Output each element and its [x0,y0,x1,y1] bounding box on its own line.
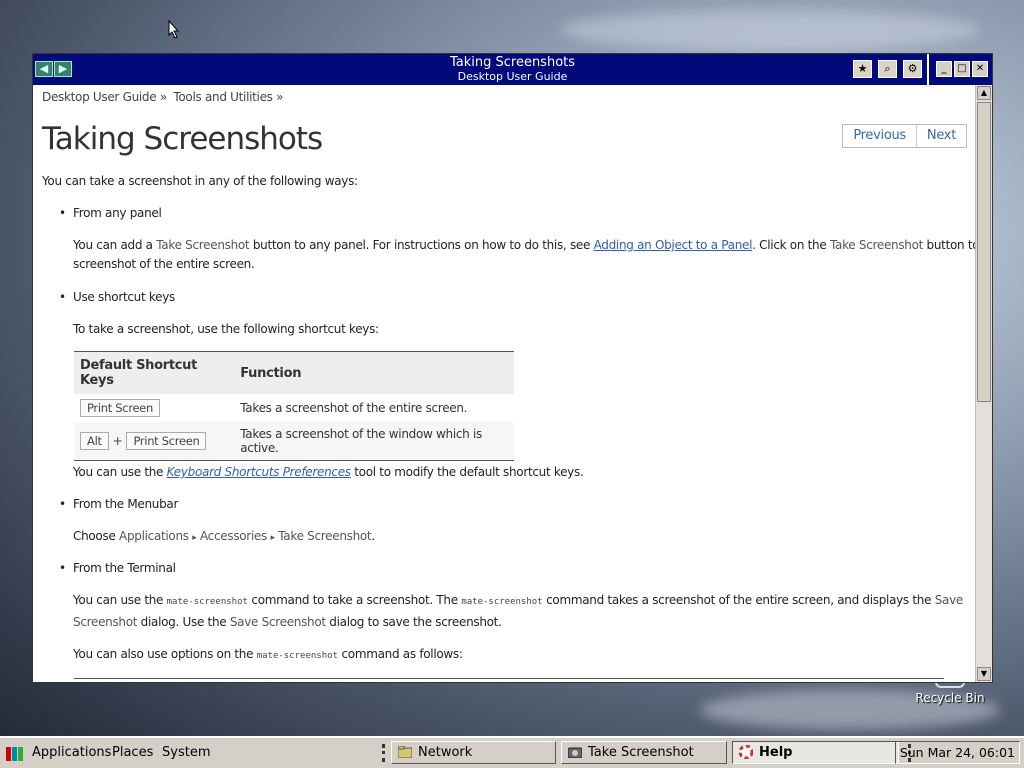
section-text-panel-cont: screenshot of the entire screen. [73,257,255,271]
keyboard-shortcuts-link[interactable]: Keyboard Shortcuts Preferences [167,465,351,479]
section-text-panel: You can add a Take Screenshot button to … [73,238,975,252]
maximize-icon[interactable]: □ [954,61,970,77]
recycle-bin-label: Recycle Bin [915,691,985,705]
system-menu[interactable]: System [162,743,210,763]
breadcrumb: Desktop User Guide » Tools and Utilities… [42,90,286,104]
menubar-text: Choose Applications ▸ Accessories ▸ Take… [73,529,375,543]
section-head-shortcut: Use shortcut keys [59,290,175,304]
help-icon [739,745,753,759]
titlebar-separator [927,54,929,85]
settings-icon[interactable]: ⚙ [903,60,922,78]
table-header-keys: Default Shortcut Keys [74,351,235,394]
print-screen-key: Print Screen [126,432,207,450]
section-head-terminal: From the Terminal [59,561,176,575]
mouse-cursor-icon [168,20,180,39]
table-row: Print Screen Takes a screenshot of the e… [74,394,514,422]
section-head-panel: From any panel [59,206,162,220]
task-network[interactable]: Network [391,741,556,764]
help-window: ◀ ▶ Taking Screenshots Desktop User Guid… [32,53,993,683]
scroll-up-icon[interactable]: ▲ [977,86,991,100]
page-title: Taking Screenshots [42,121,323,157]
scroll-thumb[interactable] [977,102,991,402]
scroll-down-icon[interactable]: ▼ [977,667,991,681]
find-icon[interactable]: ⌕ [878,60,897,78]
take-screenshot-gui-label: Take Screenshot [156,238,250,252]
taskbar: Applications Places System Network Take … [0,736,1024,768]
adding-object-link[interactable]: Adding an Object to a Panel [594,238,753,252]
breadcrumb-tools-and-utilities[interactable]: Tools and Utilities » [173,90,283,104]
shortcut-intro: To take a screenshot, use the following … [73,322,379,336]
shortcut-keys-table: Default Shortcut Keys Function Print Scr… [74,351,514,461]
help-content: Desktop User Guide » Tools and Utilities… [33,85,975,682]
prev-next-nav: Previous Next [842,124,967,148]
terminal-text: You can use the mate-screenshot command … [73,593,963,607]
table-row: Alt + Print Screen Takes a screenshot of t… [74,422,514,461]
task-help[interactable]: Help [732,741,899,764]
shortcut-after-text: You can use the Keyboard Shortcuts Prefe… [73,465,584,479]
intro-text: You can take a screenshot in any of the … [42,174,358,188]
previous-link[interactable]: Previous [843,125,916,147]
applications-menu[interactable]: Applications [32,743,111,763]
next-link[interactable]: Next [915,125,966,147]
terminal-text-cont: Screenshot dialog. Use the Save Screensh… [73,615,502,629]
terminal-options-text: You can also use options on the mate-scr… [73,647,463,661]
task-take-screenshot[interactable]: Take Screenshot [561,741,727,764]
breadcrumb-desktop-user-guide[interactable]: Desktop User Guide » [42,90,167,104]
print-screen-key: Print Screen [80,399,161,417]
bookmark-icon[interactable]: ★ [853,60,872,78]
applications-menu-icon [6,747,23,761]
panel-handle[interactable] [382,744,388,762]
camera-icon [568,747,582,758]
table-top-rule [74,678,944,679]
close-icon[interactable]: ✕ [972,61,988,77]
vertical-scrollbar[interactable]: ▲ ▼ [975,85,992,682]
window-title: Taking Screenshots [449,55,576,70]
table-header-function: Function [234,351,514,394]
folder-icon [398,746,412,758]
wallpaper-streak [560,10,980,50]
minimize-icon[interactable]: _ [936,61,952,77]
alt-key: Alt [80,432,109,450]
section-head-menubar: From the Menubar [59,497,178,511]
clock[interactable]: Sun Mar 24, 06:01 [894,741,1020,764]
places-menu[interactable]: Places [112,743,153,763]
window-subtitle: Desktop User Guide [457,70,568,83]
window-titlebar[interactable]: ◀ ▶ Taking Screenshots Desktop User Guid… [33,54,992,85]
